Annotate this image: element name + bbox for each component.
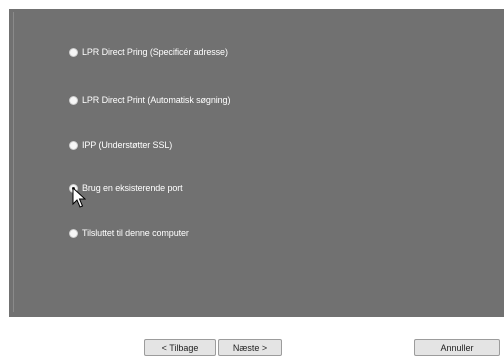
option-ipp[interactable]: IPP (Understøtter SSL) — [70, 137, 172, 153]
option-label: LPR Direct Pring (Specificér adresse) — [82, 47, 228, 57]
option-label: Tilsluttet til denne computer — [82, 228, 189, 238]
option-label: LPR Direct Print (Automatisk søgning) — [82, 95, 231, 105]
radio-button[interactable] — [70, 141, 77, 149]
radio-button[interactable] — [70, 229, 77, 237]
radio-button[interactable] — [70, 48, 77, 56]
back-button[interactable]: < Tilbage — [144, 339, 216, 356]
option-lpr-direct-specify[interactable]: LPR Direct Pring (Specificér adresse) — [70, 44, 228, 60]
panel-divider — [13, 12, 14, 312]
option-label: IPP (Understøtter SSL) — [82, 140, 173, 150]
mouse-pointer-icon — [72, 187, 86, 208]
radio-button[interactable] — [70, 96, 77, 104]
next-button[interactable]: Næste > — [218, 339, 282, 356]
option-label: Brug en eksisterende port — [82, 183, 183, 193]
option-existing-port[interactable]: Brug en eksisterende port — [70, 180, 183, 196]
cancel-button[interactable]: Annuller — [414, 339, 500, 356]
option-lpr-direct-auto[interactable]: LPR Direct Print (Automatisk søgning) — [70, 92, 230, 108]
option-local-computer[interactable]: Tilsluttet til denne computer — [70, 225, 189, 241]
